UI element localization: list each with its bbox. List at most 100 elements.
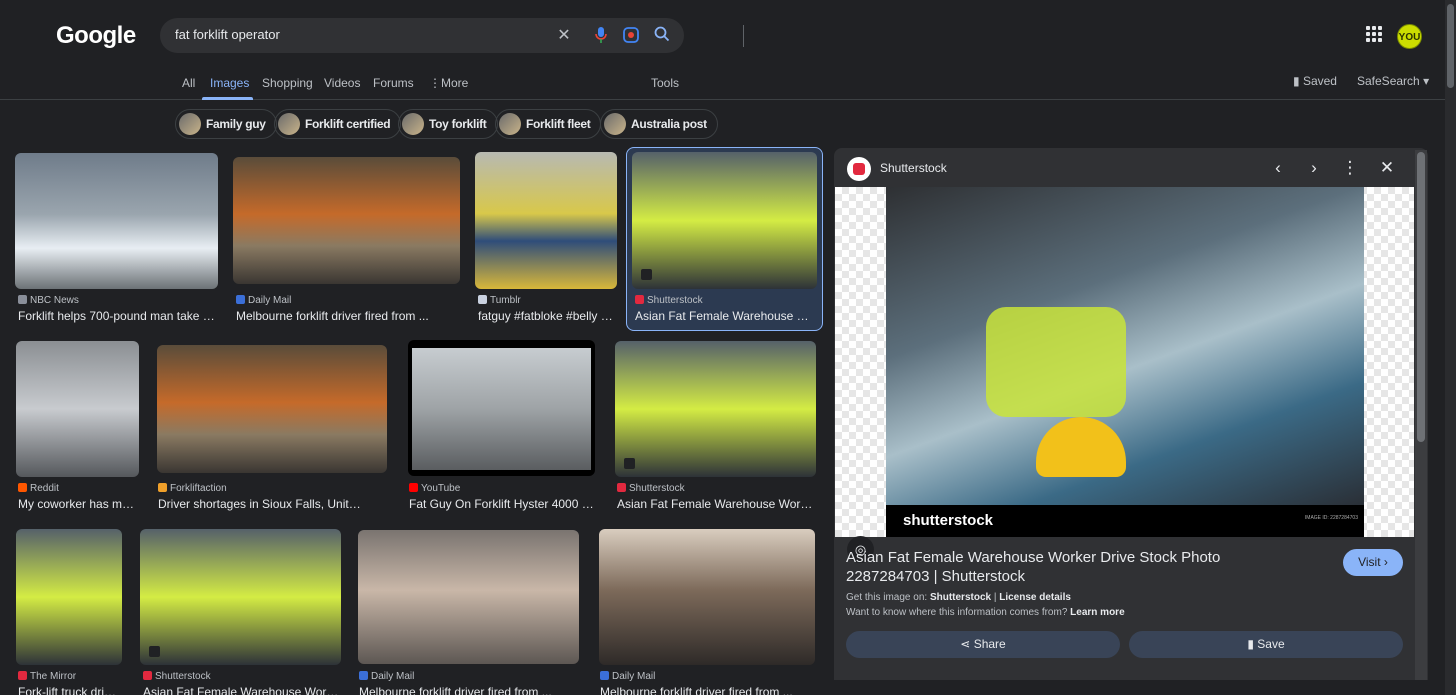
preview-image-area[interactable]: shutterstock IMAGE ID: 2287284703 ◎ (835, 187, 1414, 563)
result-caption[interactable]: Melbourne forklift driver fired from ... (600, 685, 800, 695)
more-icon[interactable]: ⋮ (429, 76, 441, 90)
apps-grid-icon[interactable] (1366, 26, 1382, 42)
result-thumbnail[interactable] (16, 529, 122, 665)
result-source[interactable]: Reddit (18, 483, 59, 494)
share-label: Share (973, 637, 1006, 651)
panel-scrollbar-thumb[interactable] (1417, 152, 1425, 442)
result-caption[interactable]: My coworker has mad... (18, 497, 138, 511)
result-source[interactable]: Shutterstock (617, 483, 685, 494)
result-tile[interactable]: Tumblr fatguy #fatbloke #belly #o... (475, 152, 617, 328)
source-favicon-icon (409, 483, 418, 492)
clear-icon[interactable]: ✕ (554, 26, 574, 46)
result-caption[interactable]: Driver shortages in Sioux Falls, United … (158, 497, 363, 511)
result-source[interactable]: Daily Mail (236, 295, 291, 306)
result-caption[interactable]: Melbourne forklift driver fired from ... (359, 685, 559, 695)
result-source[interactable]: Tumblr (478, 295, 521, 306)
tab-forums[interactable]: Forums (373, 76, 414, 90)
search-icon[interactable] (652, 26, 672, 46)
result-thumbnail[interactable] (16, 341, 139, 477)
result-source[interactable]: YouTube (409, 483, 460, 494)
result-tile[interactable]: NBC News Forklift helps 700-pound man ta… (15, 153, 218, 328)
get-image-site-link[interactable]: Shutterstock (930, 592, 991, 603)
result-tile[interactable]: Daily Mail Melbourne forklift driver fir… (358, 530, 579, 695)
chip-thumbnail (499, 113, 521, 135)
saved-link[interactable]: ▮ Saved (1293, 74, 1337, 88)
tab-images[interactable]: Images (210, 76, 249, 90)
result-caption[interactable]: fatguy #fatbloke #belly #o... (478, 309, 615, 323)
save-button[interactable]: ▮ Save (1129, 631, 1403, 658)
result-caption[interactable]: Asian Fat Female Warehouse Worker... (143, 685, 339, 695)
result-caption[interactable]: Fat Guy On Forklift Hyster 4000 Lb ... (409, 497, 594, 511)
result-source[interactable]: The Mirror (18, 671, 76, 682)
previous-icon[interactable]: ‹ (1266, 156, 1290, 180)
result-thumbnail[interactable] (15, 153, 218, 289)
result-thumbnail[interactable] (632, 152, 817, 289)
result-thumbnail[interactable] (475, 152, 617, 289)
avatar[interactable]: YOU (1397, 24, 1422, 49)
source-favicon-icon (635, 295, 644, 304)
result-tile[interactable]: Reddit My coworker has mad... (16, 341, 139, 512)
visit-button[interactable]: Visit › (1343, 549, 1403, 576)
tab-all[interactable]: All (182, 76, 195, 90)
result-caption[interactable]: Asian Fat Female Warehouse Wor... (635, 309, 815, 323)
learn-more-link[interactable]: Learn more (1070, 607, 1124, 618)
stock-badge-icon (624, 458, 635, 469)
result-caption[interactable]: Melbourne forklift driver fired from ... (236, 309, 458, 323)
result-tile[interactable]: Forkliftaction Driver shortages in Sioux… (157, 345, 387, 512)
result-thumbnail[interactable] (140, 529, 341, 665)
result-source[interactable]: Forkliftaction (158, 483, 227, 494)
save-label: Save (1257, 637, 1285, 651)
result-source[interactable]: Shutterstock (143, 671, 211, 682)
safesearch-menu[interactable]: SafeSearch ▾ (1357, 74, 1429, 88)
tab-more[interactable]: More (441, 76, 468, 90)
share-button[interactable]: ⋖ Share (846, 631, 1120, 658)
result-source[interactable]: Shutterstock (635, 295, 703, 306)
result-tile[interactable]: The Mirror Fork-lift truck drive... (16, 529, 122, 695)
result-source[interactable]: NBC News (18, 295, 79, 306)
preview-photo[interactable] (886, 187, 1364, 505)
microphone-icon[interactable] (591, 26, 611, 46)
stock-badge-icon (149, 646, 160, 657)
chip-family-guy[interactable]: Family guy (175, 109, 277, 139)
google-logo[interactable]: Google (56, 22, 136, 50)
chip-forklift-fleet[interactable]: Forklift fleet (495, 109, 602, 139)
result-tile[interactable]: Daily Mail Melbourne forklift driver fir… (599, 529, 815, 695)
result-thumbnail[interactable] (358, 530, 579, 664)
tab-videos[interactable]: Videos (324, 76, 360, 90)
panel-source[interactable]: Shutterstock (880, 161, 947, 175)
tab-shopping[interactable]: Shopping (262, 76, 313, 90)
chip-label: Toy forklift (429, 117, 487, 131)
result-tile-selected[interactable]: Shutterstock Asian Fat Female Warehouse … (632, 152, 817, 328)
page-scrollbar-thumb[interactable] (1447, 4, 1454, 88)
preview-title[interactable]: Asian Fat Female Warehouse Worker Drive … (846, 548, 1286, 586)
result-thumbnail[interactable] (408, 340, 595, 476)
page-scrollbar-track[interactable] (1445, 0, 1456, 695)
result-thumbnail[interactable] (615, 341, 816, 477)
next-icon[interactable]: › (1302, 156, 1326, 180)
result-caption[interactable]: Forklift helps 700-pound man take rar... (18, 309, 216, 323)
source-favicon-icon (143, 671, 152, 680)
source-favicon-icon (617, 483, 626, 492)
image-source-info: Get this image on: Shutterstock | Licens… (846, 592, 1071, 603)
tools-button[interactable]: Tools (651, 76, 679, 90)
result-source[interactable]: Daily Mail (600, 671, 655, 682)
result-tile[interactable]: YouTube Fat Guy On Forklift Hyster 4000 … (408, 340, 595, 512)
result-thumbnail[interactable] (599, 529, 815, 665)
result-source[interactable]: Daily Mail (359, 671, 414, 682)
result-tile[interactable]: Shutterstock Asian Fat Female Warehouse … (140, 529, 341, 695)
chip-toy-forklift[interactable]: Toy forklift (398, 109, 498, 139)
result-thumbnail[interactable] (157, 345, 387, 473)
result-thumbnail[interactable] (233, 157, 460, 284)
more-options-icon[interactable]: ⋮ (1338, 156, 1362, 180)
lens-icon[interactable] (621, 26, 641, 46)
chip-australia-post[interactable]: Australia post (600, 109, 718, 139)
search-input[interactable] (175, 27, 545, 42)
search-bar[interactable]: ✕ (160, 18, 744, 53)
result-tile[interactable]: Daily Mail Melbourne forklift driver fir… (233, 157, 460, 328)
chip-forklift-certified[interactable]: Forklift certified (274, 109, 402, 139)
result-caption[interactable]: Asian Fat Female Warehouse Worker ... (617, 497, 815, 511)
close-icon[interactable]: ✕ (1375, 156, 1399, 180)
result-tile[interactable]: Shutterstock Asian Fat Female Warehouse … (615, 341, 816, 512)
license-details-link[interactable]: License details (999, 592, 1071, 603)
result-caption[interactable]: Fork-lift truck drive... (18, 685, 121, 695)
